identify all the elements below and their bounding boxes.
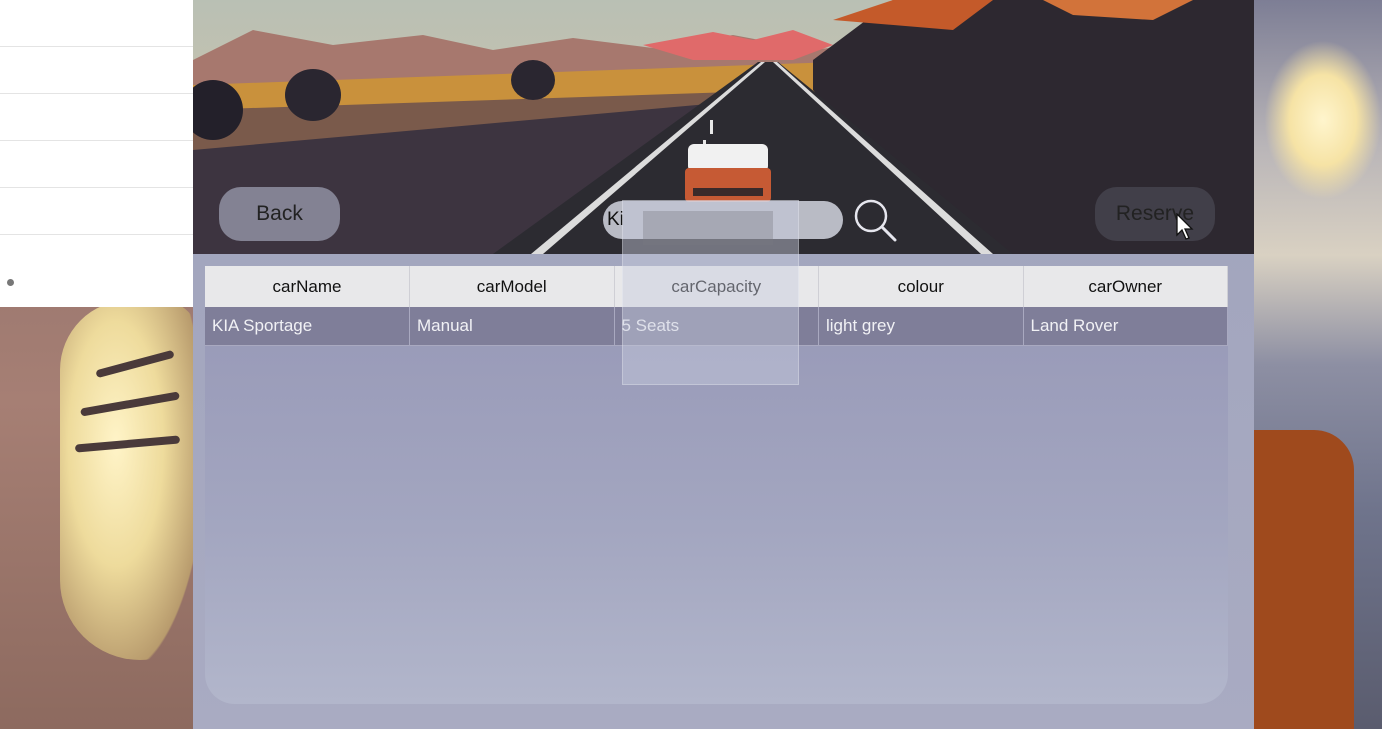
car-reservation-window: Back Reserve carName carModel carCapacit…	[193, 0, 1254, 729]
list-row	[0, 141, 200, 188]
cell-colour: light grey	[818, 307, 1024, 346]
sky-glow	[1264, 40, 1382, 200]
cell-carowner: Land Rover	[1023, 307, 1228, 346]
desktop-background-right	[1254, 0, 1382, 729]
back-button[interactable]: Back	[219, 187, 340, 241]
column-header-carmodel[interactable]: carModel	[409, 266, 615, 307]
column-header-carowner[interactable]: carOwner	[1023, 266, 1228, 307]
list-row	[0, 0, 200, 47]
list-row	[0, 188, 200, 235]
background-window-list	[0, 0, 201, 307]
list-row	[0, 94, 200, 141]
shell-illustration	[60, 300, 200, 660]
list-row	[0, 47, 200, 94]
column-header-colour[interactable]: colour	[818, 266, 1024, 307]
ghost-thumbnail	[643, 211, 773, 245]
search-icon[interactable]	[853, 198, 899, 244]
reserve-button[interactable]: Reserve	[1095, 187, 1215, 241]
column-header-carname[interactable]: carName	[205, 266, 410, 307]
orange-shape	[1254, 430, 1354, 729]
mouse-cursor-icon	[1176, 213, 1194, 240]
cell-carname: KIA Sportage	[205, 307, 410, 346]
cell-carmodel: Manual	[409, 307, 615, 346]
transition-ghost-overlay	[622, 200, 799, 385]
list-bullet-icon	[7, 279, 14, 286]
